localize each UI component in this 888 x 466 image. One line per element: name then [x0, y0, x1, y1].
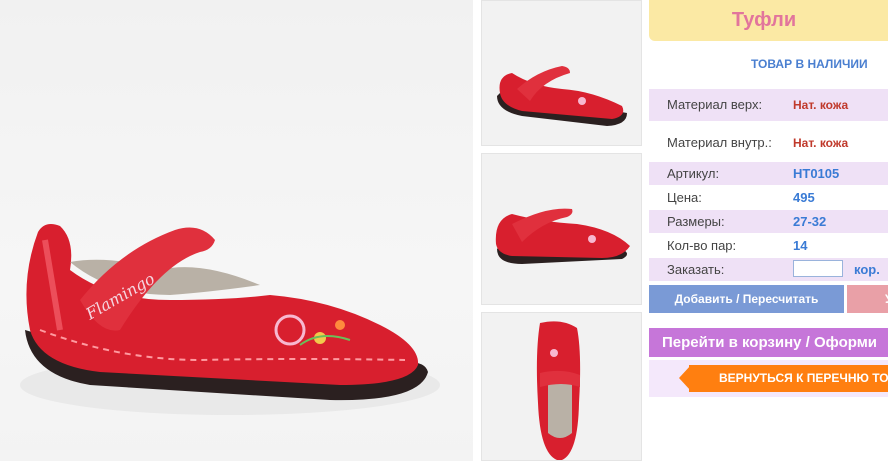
row-price: Цена: 495 — [649, 186, 888, 209]
main-product-photo: Flamingo — [0, 0, 473, 461]
pairs-label: Кол-во пар: — [667, 238, 737, 253]
add-recalculate-button[interactable]: Добавить / Пересчитать — [649, 285, 844, 313]
material-upper-value: Нат. кожа — [793, 98, 849, 112]
go-to-cart-button[interactable]: Перейти в корзину / Оформи — [649, 328, 888, 357]
pairs-value: 14 — [793, 238, 808, 253]
material-inner-value: Нат. кожа — [793, 136, 849, 150]
sizes-value: 27-32 — [793, 214, 827, 229]
row-sizes: Размеры: 27-32 — [649, 210, 888, 233]
availability-badge: ТОВАР В НАЛИЧИИ — [751, 57, 868, 71]
thumbnail-front-view[interactable] — [481, 153, 642, 305]
back-to-list-button[interactable]: ВЕРНУТЬСЯ К ПЕРЕЧНЮ ТОВ — [689, 365, 888, 392]
product-title: Туфли — [731, 9, 797, 31]
thumbnail-top-view[interactable] — [481, 312, 642, 461]
thumbnail-side-view[interactable] — [481, 0, 642, 146]
order-unit-label: кор. — [854, 262, 880, 277]
product-title-box: Туфли — [649, 0, 888, 41]
red-shoe-thumbnail-icon — [497, 66, 627, 126]
order-label: Заказать: — [667, 262, 725, 277]
red-shoe-thumbnail-icon — [495, 208, 630, 264]
row-pairs: Кол-во пар: 14 — [649, 234, 888, 257]
article-label: Артикул: — [667, 166, 720, 181]
sizes-label: Размеры: — [667, 214, 725, 229]
material-inner-label: Материал внутр.: — [667, 135, 772, 150]
delete-button[interactable]: У — [847, 285, 888, 313]
price-label: Цена: — [667, 190, 702, 205]
red-shoe-thumbnail-icon — [536, 321, 581, 460]
red-shoe-image: Flamingo — [20, 224, 440, 415]
row-material-upper: Материал верх: Нат. кожа — [649, 89, 888, 121]
price-value: 495 — [793, 190, 815, 205]
article-value: HT0105 — [793, 166, 840, 181]
row-article: Артикул: HT0105 — [649, 162, 888, 185]
back-button-container: ВЕРНУТЬСЯ К ПЕРЕЧНЮ ТОВ — [649, 360, 888, 397]
row-order: Заказать: кор. — [649, 258, 888, 281]
row-material-inner: Материал внутр.: Нат. кожа — [649, 128, 888, 158]
order-quantity-input[interactable] — [793, 260, 843, 277]
material-upper-label: Материал верх: — [667, 97, 763, 112]
product-info-panel: Туфли ТОВАР В НАЛИЧИИ Материал верх: Нат… — [649, 0, 888, 461]
